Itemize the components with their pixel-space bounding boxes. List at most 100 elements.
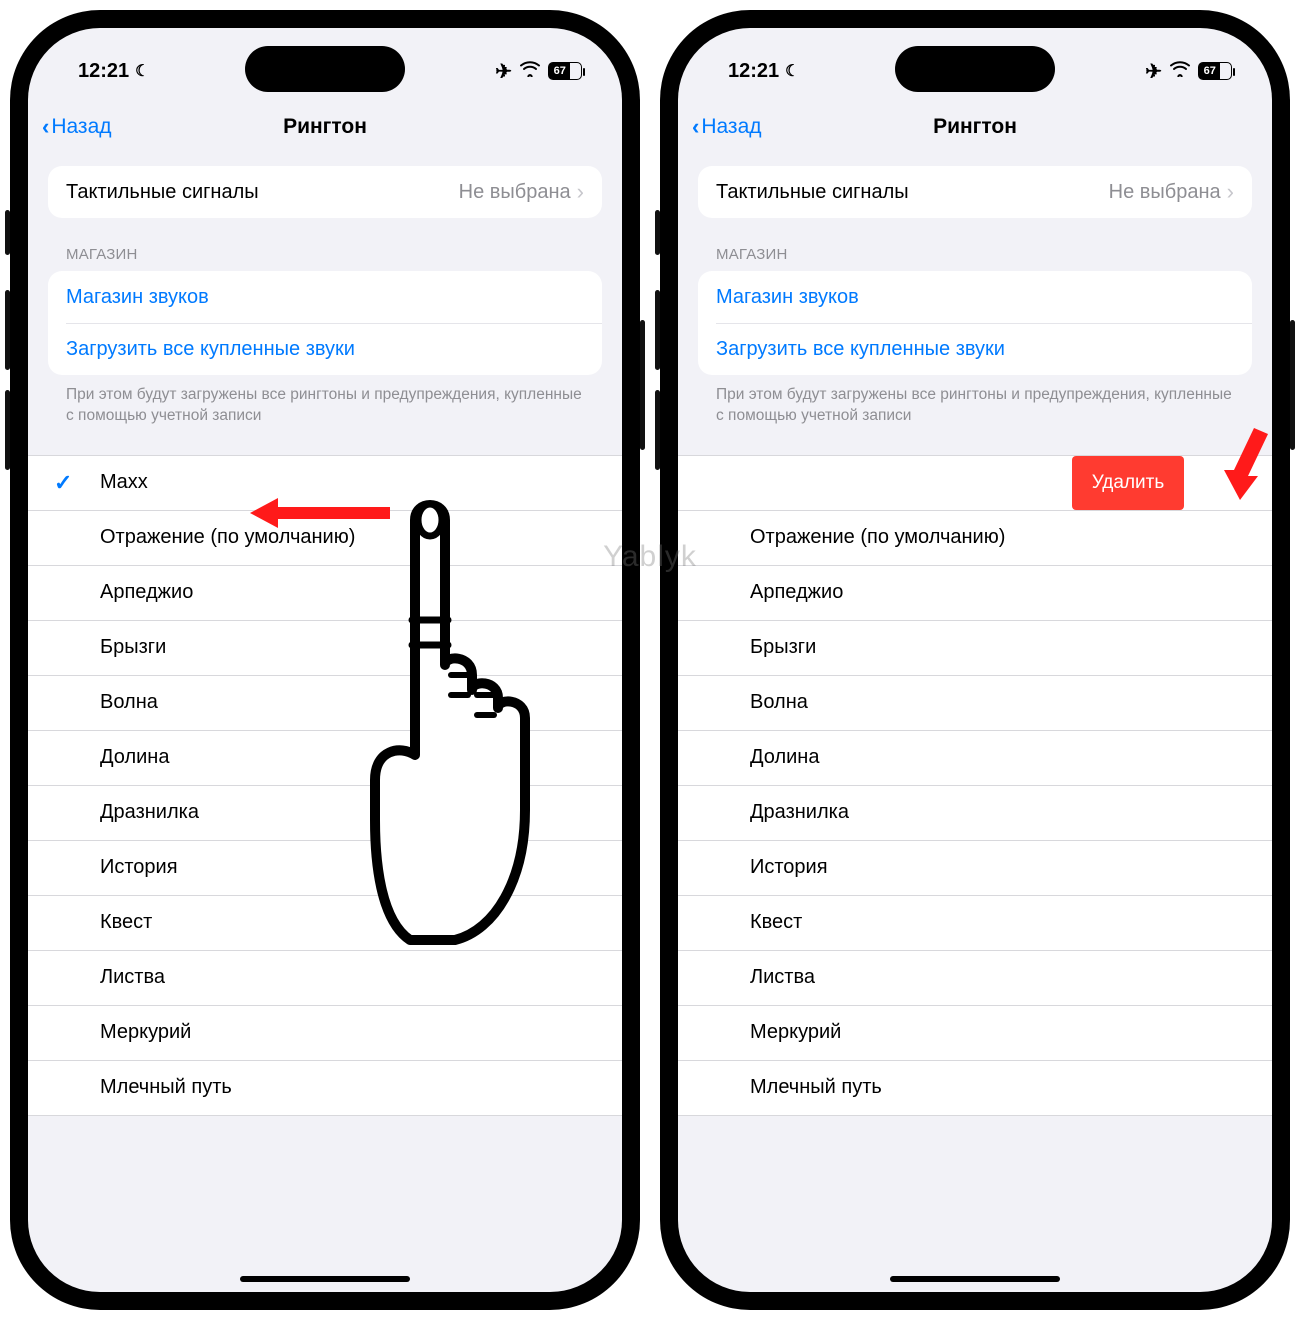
ringtone-label: Maxx bbox=[100, 471, 148, 494]
volume-down-button bbox=[5, 390, 10, 470]
chevron-right-icon: › bbox=[1227, 181, 1234, 203]
ringtone-label: Брызги bbox=[100, 636, 166, 659]
do-not-disturb-icon: ☾ bbox=[135, 61, 149, 81]
list-item[interactable]: Дразнилка bbox=[678, 786, 1272, 841]
store-section-header: МАГАЗИН bbox=[716, 246, 1234, 263]
back-button[interactable]: ‹ Назад bbox=[692, 115, 762, 139]
download-all-link[interactable]: Загрузить все купленные звуки bbox=[48, 323, 602, 375]
page-title: Рингтон bbox=[283, 115, 367, 139]
tone-store-link[interactable]: Магазин звуков bbox=[48, 271, 602, 323]
ringtone-list: axx Удалить Отражение (по умолчанию) Арп… bbox=[678, 455, 1272, 1116]
battery-icon: 67 bbox=[548, 62, 582, 80]
haptics-value: Не выбрана bbox=[1109, 181, 1221, 204]
download-all-label: Загрузить все купленные звуки bbox=[66, 338, 355, 361]
silence-switch bbox=[5, 210, 10, 255]
ringtone-label: Арпеджио bbox=[100, 581, 193, 604]
phone-right: 12:21 ☾ ✈︎ 67 ‹ Назад Р bbox=[660, 10, 1290, 1310]
list-item[interactable]: Волна bbox=[678, 676, 1272, 731]
airplane-icon: ✈︎ bbox=[495, 59, 512, 84]
list-item[interactable]: Меркурий bbox=[678, 1006, 1272, 1061]
chevron-left-icon: ‹ bbox=[42, 116, 49, 138]
ringtone-label: Волна bbox=[750, 691, 808, 714]
ringtone-label: Дразнилка bbox=[750, 801, 849, 824]
tone-store-label: Магазин звуков bbox=[716, 286, 859, 309]
do-not-disturb-icon: ☾ bbox=[785, 61, 799, 81]
list-item[interactable]: Млечный путь bbox=[28, 1061, 622, 1116]
battery-level: 67 bbox=[1199, 63, 1220, 79]
ringtone-label: История bbox=[100, 856, 178, 879]
chevron-left-icon: ‹ bbox=[692, 116, 699, 138]
download-all-link[interactable]: Загрузить все купленные звуки bbox=[698, 323, 1252, 375]
status-time: 12:21 bbox=[728, 60, 779, 83]
ringtone-label: История bbox=[750, 856, 828, 879]
battery-level: 67 bbox=[549, 63, 570, 79]
store-section-footer: При этом будут загружены все рингтоны и … bbox=[716, 385, 1234, 427]
callout-arrow-icon bbox=[1200, 420, 1270, 505]
ringtone-label: Отражение (по умолчанию) bbox=[750, 526, 1005, 549]
airplane-icon: ✈︎ bbox=[1145, 59, 1162, 84]
download-all-label: Загрузить все купленные звуки bbox=[716, 338, 1005, 361]
back-label: Назад bbox=[51, 115, 111, 139]
haptics-label: Тактильные сигналы bbox=[716, 181, 1109, 204]
tone-store-link[interactable]: Магазин звуков bbox=[698, 271, 1252, 323]
ringtone-label: Меркурий bbox=[100, 1021, 191, 1044]
nav-bar: ‹ Назад Рингтон bbox=[678, 100, 1272, 154]
silence-switch bbox=[655, 210, 660, 255]
list-item[interactable]: Отражение (по умолчанию) bbox=[678, 511, 1272, 566]
list-item[interactable]: Млечный путь bbox=[678, 1061, 1272, 1116]
haptics-value: Не выбрана bbox=[459, 181, 571, 204]
tone-store-label: Магазин звуков bbox=[66, 286, 209, 309]
chevron-right-icon: › bbox=[577, 181, 584, 203]
battery-icon: 67 bbox=[1198, 62, 1232, 80]
ringtone-label: Долина bbox=[100, 746, 169, 769]
ringtone-swiped-row[interactable]: axx Удалить bbox=[678, 456, 1272, 511]
checkmark-icon: ✓ bbox=[54, 470, 72, 496]
ringtone-label: Квест bbox=[100, 911, 152, 934]
list-item[interactable]: Брызги bbox=[678, 621, 1272, 676]
store-section-header: МАГАЗИН bbox=[66, 246, 584, 263]
phone-left: 12:21 ☾ ✈︎ 67 ‹ Назад Р bbox=[10, 10, 640, 1310]
wifi-icon bbox=[1170, 60, 1190, 83]
haptics-row[interactable]: Тактильные сигналы Не выбрана › bbox=[698, 166, 1252, 218]
list-item[interactable]: Листва bbox=[678, 951, 1272, 1006]
ringtone-label: Арпеджио bbox=[750, 581, 843, 604]
delete-button[interactable]: Удалить bbox=[1072, 456, 1184, 510]
list-item[interactable]: Квест bbox=[678, 896, 1272, 951]
haptics-label: Тактильные сигналы bbox=[66, 181, 459, 204]
back-label: Назад bbox=[701, 115, 761, 139]
ringtone-label: Долина bbox=[750, 746, 819, 769]
ringtone-label: Квест bbox=[750, 911, 802, 934]
ringtone-label: Листва bbox=[100, 966, 165, 989]
volume-up-button bbox=[5, 290, 10, 370]
watermark: Yablyk bbox=[603, 540, 697, 574]
home-indicator[interactable] bbox=[890, 1276, 1060, 1282]
list-item[interactable]: Меркурий bbox=[28, 1006, 622, 1061]
ringtone-label: Млечный путь bbox=[100, 1076, 232, 1099]
ringtone-label: Дразнилка bbox=[100, 801, 199, 824]
volume-down-button bbox=[655, 390, 660, 470]
ringtone-label: Листва bbox=[750, 966, 815, 989]
ringtone-label: Меркурий bbox=[750, 1021, 841, 1044]
nav-bar: ‹ Назад Рингтон bbox=[28, 100, 622, 154]
status-time: 12:21 bbox=[78, 60, 129, 83]
finger-pointer-icon bbox=[360, 480, 550, 955]
delete-label: Удалить bbox=[1092, 472, 1165, 494]
store-section-footer: При этом будут загружены все рингтоны и … bbox=[66, 385, 584, 427]
power-button bbox=[640, 320, 645, 450]
list-item[interactable]: История bbox=[678, 841, 1272, 896]
page-title: Рингтон bbox=[933, 115, 1017, 139]
list-item[interactable]: Арпеджио bbox=[678, 566, 1272, 621]
back-button[interactable]: ‹ Назад bbox=[42, 115, 112, 139]
list-item[interactable]: Долина bbox=[678, 731, 1272, 786]
power-button bbox=[1290, 320, 1295, 450]
list-item[interactable]: Листва bbox=[28, 951, 622, 1006]
wifi-icon bbox=[520, 60, 540, 83]
ringtone-label: Волна bbox=[100, 691, 158, 714]
ringtone-label: Млечный путь bbox=[750, 1076, 882, 1099]
dynamic-island bbox=[245, 46, 405, 92]
volume-up-button bbox=[655, 290, 660, 370]
home-indicator[interactable] bbox=[240, 1276, 410, 1282]
dynamic-island bbox=[895, 46, 1055, 92]
ringtone-label: Брызги bbox=[750, 636, 816, 659]
haptics-row[interactable]: Тактильные сигналы Не выбрана › bbox=[48, 166, 602, 218]
